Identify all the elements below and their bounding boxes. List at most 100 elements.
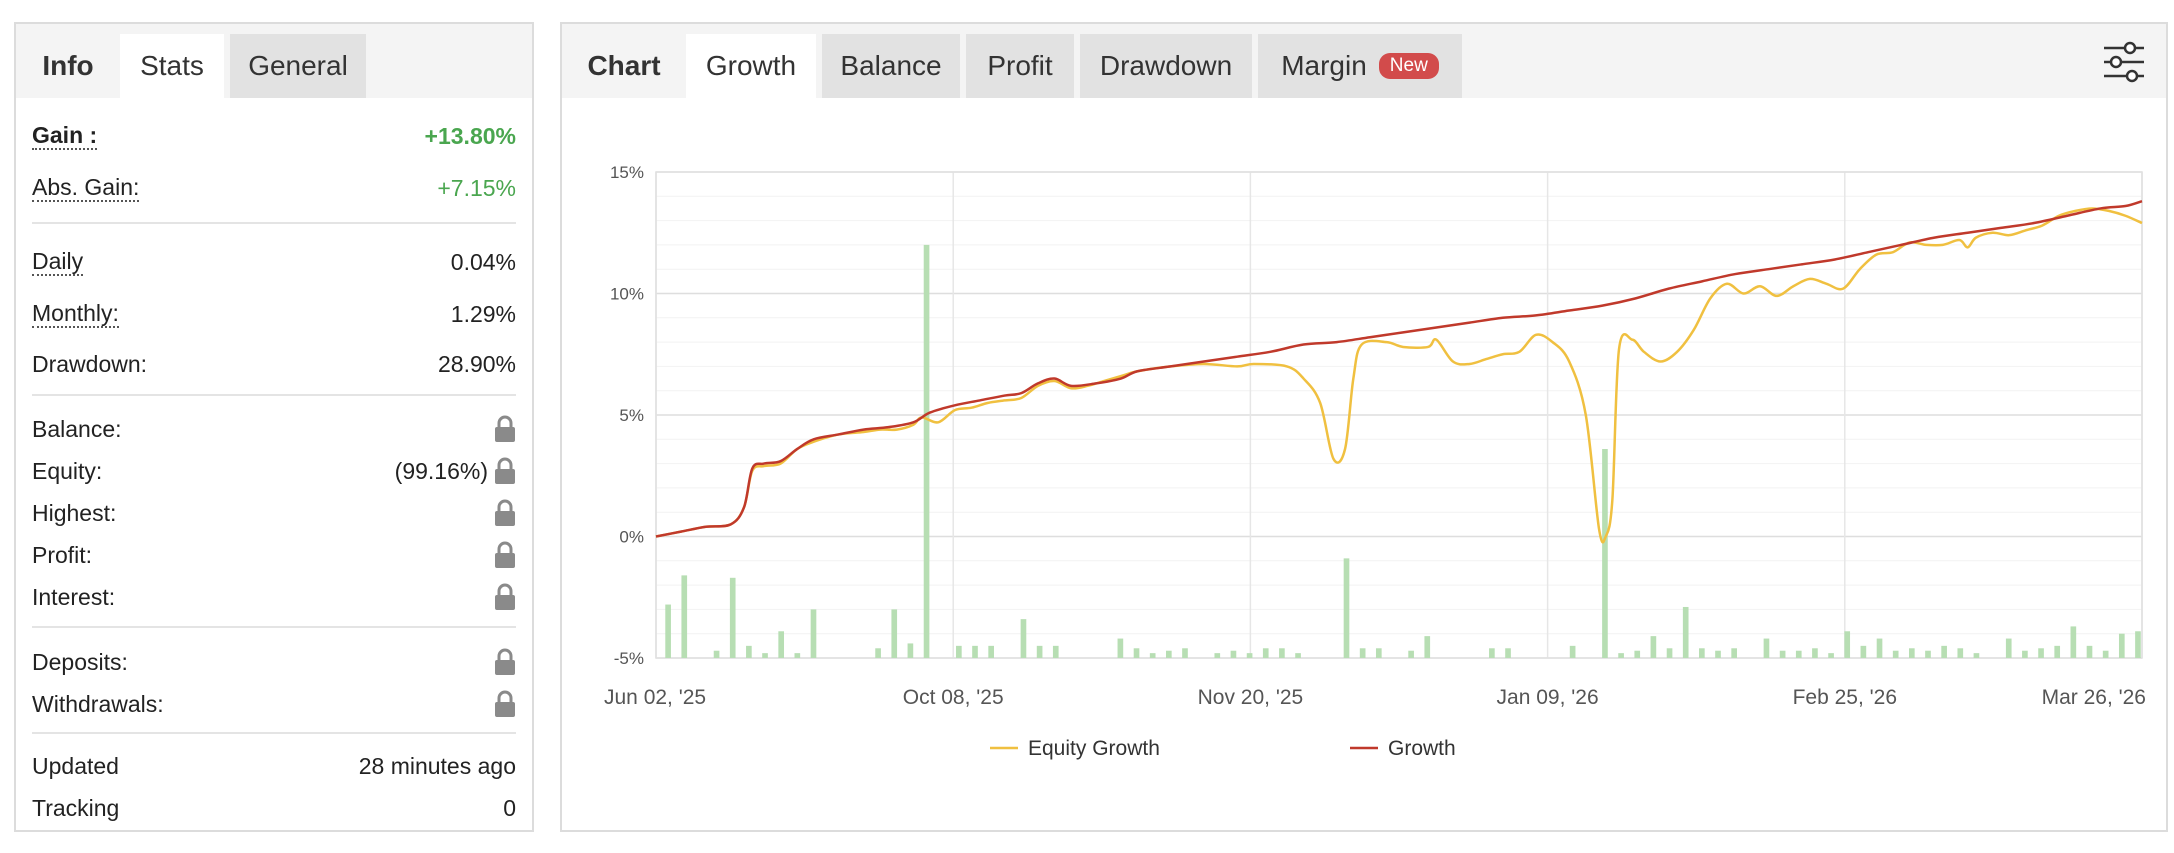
bar	[681, 575, 688, 658]
sliders-icon[interactable]	[2102, 40, 2146, 84]
lock-icon[interactable]	[494, 541, 516, 569]
bar	[713, 650, 720, 658]
bar	[1812, 648, 1818, 658]
bar	[988, 645, 994, 658]
bar	[1844, 631, 1851, 658]
bar	[1214, 653, 1221, 658]
bar	[1602, 449, 1608, 658]
deposits-row: Deposits:	[32, 642, 516, 682]
bar	[1892, 650, 1899, 658]
abs-gain-row: Abs. Gain: +7.15%	[32, 168, 516, 208]
chart-tab-bar: Chart Growth Balance Profit Drawdown Mar…	[562, 24, 2166, 98]
x-tick-label: Jun 02, '25	[604, 686, 706, 709]
monthly-label[interactable]: Monthly:	[32, 300, 119, 328]
bar	[1133, 648, 1140, 658]
legend-label: Equity Growth	[1028, 737, 1160, 760]
tab-stats[interactable]: Stats	[120, 34, 224, 98]
bar	[875, 648, 881, 658]
daily-label[interactable]: Daily	[32, 248, 84, 276]
stats-panel: Info Stats General Gain : +13.80% Abs. G…	[14, 22, 534, 832]
deposits-label: Deposits:	[32, 648, 128, 675]
bar	[1876, 638, 1883, 658]
tracking-value: 0	[503, 794, 516, 821]
x-tick-label: Jan 09, '26	[1497, 686, 1599, 709]
tab-growth[interactable]: Growth	[686, 34, 816, 98]
lock-icon[interactable]	[494, 415, 516, 443]
x-tick-label: Feb 25, '26	[1793, 686, 1897, 709]
daily-value: 0.04%	[450, 248, 516, 275]
bar	[956, 645, 962, 658]
divider	[32, 732, 516, 734]
daily-row: Daily 0.04%	[32, 242, 516, 282]
bar	[923, 244, 930, 658]
growth-line	[655, 199, 2143, 538]
tab-profit[interactable]: Profit	[966, 34, 1074, 98]
bar	[2118, 633, 2125, 658]
bar	[2135, 631, 2141, 658]
lock-icon[interactable]	[494, 499, 516, 527]
bar	[972, 645, 978, 658]
tab-margin-label: Margin	[1281, 50, 1367, 81]
bar	[1117, 638, 1124, 658]
bar	[778, 631, 785, 658]
bar	[1650, 636, 1657, 658]
tab-drawdown[interactable]: Drawdown	[1080, 34, 1252, 98]
highest-label: Highest:	[32, 499, 117, 526]
equity-value: (99.16%)	[394, 457, 488, 484]
bar	[1634, 650, 1641, 658]
withdrawals-label: Withdrawals:	[32, 690, 164, 717]
bar	[1941, 645, 1947, 658]
bar	[1618, 653, 1624, 658]
chart-bars	[665, 244, 2141, 658]
bar	[1715, 650, 1721, 658]
chart-legend[interactable]: Equity Growth Growth	[990, 737, 1456, 760]
bar	[1666, 648, 1673, 658]
tab-chart: Chart	[587, 50, 661, 81]
x-tick-label: Nov 20, '25	[1198, 686, 1304, 709]
bar	[810, 609, 817, 658]
tab-general[interactable]: General	[230, 34, 366, 98]
bar	[1230, 650, 1237, 658]
equity-row: Equity: (99.16%)	[32, 451, 516, 491]
bar	[1036, 645, 1043, 658]
bar	[1828, 653, 1834, 658]
tab-margin[interactable]: Margin New	[1258, 34, 1462, 98]
drawdown-row: Drawdown: 28.90%	[32, 344, 516, 384]
tracking-row: Tracking 0	[32, 788, 516, 828]
legend-label: Growth	[1388, 737, 1456, 760]
chart-grid	[655, 171, 2143, 659]
bar	[1343, 558, 1350, 658]
updated-value: 28 minutes ago	[358, 752, 516, 779]
bar	[1957, 648, 1964, 658]
monthly-row: Monthly: 1.29%	[32, 294, 516, 334]
bar	[794, 653, 801, 658]
bar	[2005, 638, 2012, 658]
tab-balance[interactable]: Balance	[822, 34, 960, 98]
gain-label[interactable]: Gain :	[32, 122, 98, 150]
lock-icon[interactable]	[494, 583, 516, 611]
bar	[1052, 645, 1059, 658]
lock-icon[interactable]	[494, 648, 516, 676]
divider	[32, 222, 516, 224]
gain-row: Gain : +13.80%	[32, 116, 516, 156]
tab-info[interactable]: Info	[16, 34, 120, 98]
divider	[32, 394, 516, 396]
balance-row: Balance:	[32, 409, 516, 449]
interest-label: Interest:	[32, 583, 116, 610]
bar	[1779, 650, 1786, 658]
lock-icon[interactable]	[494, 457, 516, 485]
bar	[2086, 645, 2093, 658]
profit-row: Profit:	[32, 535, 516, 575]
abs-gain-value: +7.15%	[437, 174, 516, 201]
chart-panel: Chart Growth Balance Profit Drawdown Mar…	[560, 22, 2168, 832]
abs-gain-label[interactable]: Abs. Gain:	[32, 174, 140, 202]
bar	[746, 645, 752, 658]
bar	[762, 653, 768, 658]
left-tab-bar: Info Stats General	[16, 24, 532, 98]
bar	[1731, 648, 1737, 658]
bar	[1569, 645, 1576, 658]
monthly-value: 1.29%	[450, 300, 516, 327]
lock-icon[interactable]	[494, 690, 516, 718]
bar	[665, 604, 671, 658]
bar	[1166, 650, 1172, 658]
